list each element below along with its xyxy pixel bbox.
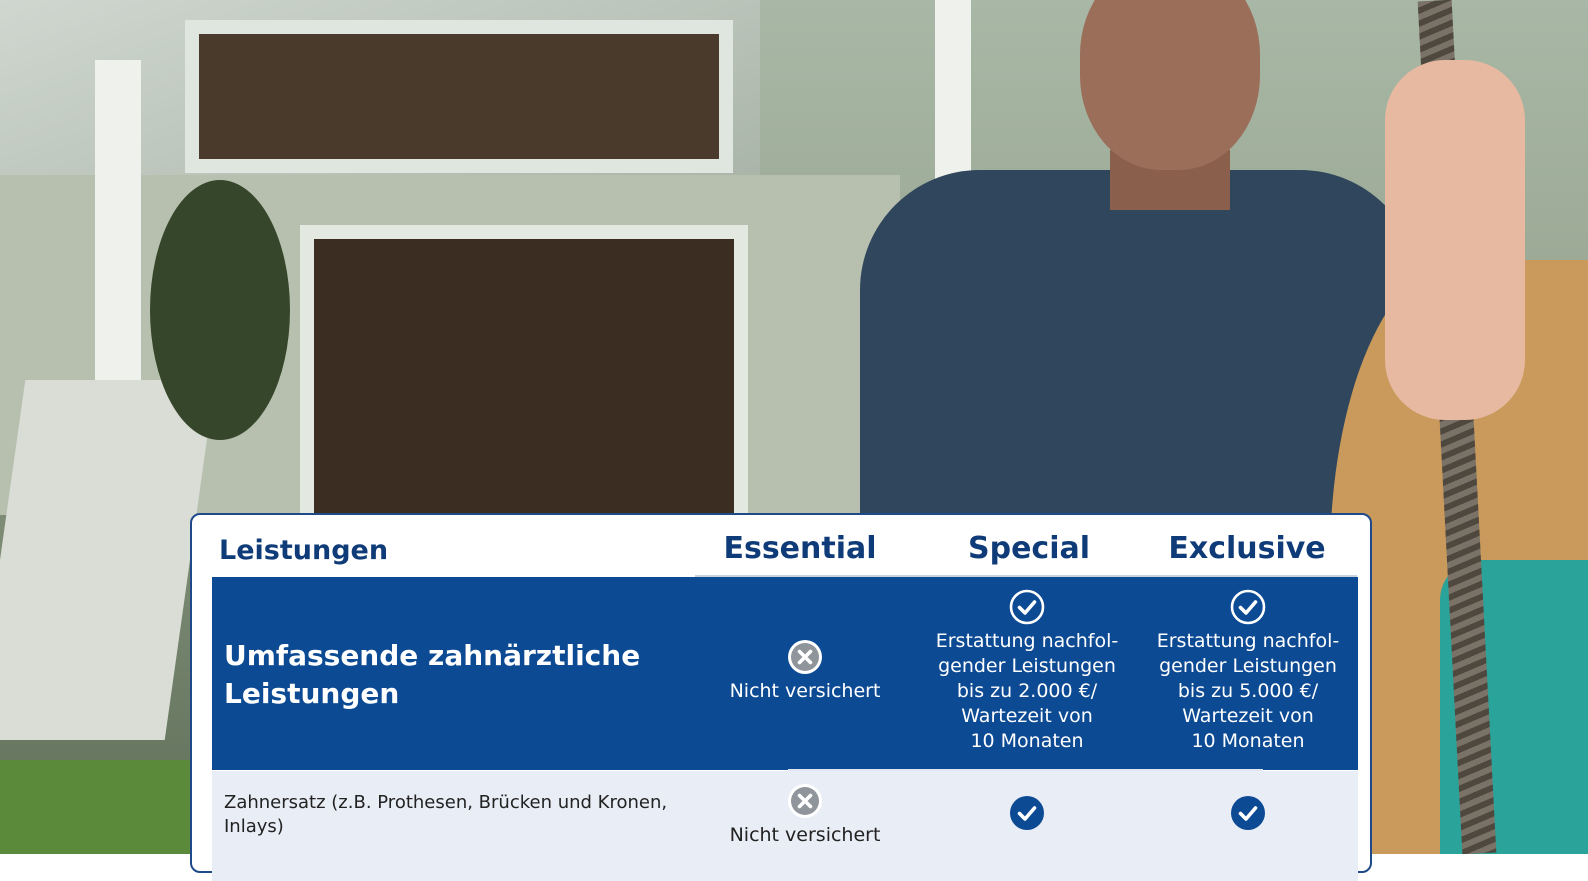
- special-line: 10 Monaten: [970, 730, 1084, 752]
- plan-header-essential: Essential: [723, 531, 877, 566]
- cell-essential: Nicht versichert: [695, 783, 915, 848]
- cross-circle-icon: [788, 640, 822, 674]
- not-insured-text: Nicht versichert: [729, 824, 881, 846]
- exclusive-line: bis zu 5.000 €/: [1177, 680, 1319, 702]
- check-circle-icon: [1009, 589, 1045, 625]
- exclusive-line: Erstattung nachfol-: [1156, 630, 1340, 652]
- exclusive-line: Wartezeit von: [1182, 705, 1314, 727]
- girl-hand: [1385, 60, 1525, 420]
- table-row: Zahnersatz (z.B. Prothesen, Brücken und …: [212, 771, 1358, 881]
- table-header: Leistungen Essential Special Exclusive: [192, 515, 1370, 577]
- check-circle-icon: [1231, 796, 1265, 830]
- cross-circle-icon: [788, 784, 822, 818]
- cell-exclusive: [1138, 795, 1358, 835]
- column-header-leistungen: Leistungen: [219, 535, 389, 566]
- man-head: [1080, 0, 1260, 170]
- exclusive-line: gender Leistungen: [1159, 655, 1337, 677]
- plant: [150, 180, 290, 440]
- cell-special: Erstattung nachfol- gender Leistungen bi…: [917, 589, 1137, 754]
- grass: [0, 760, 220, 854]
- row-title: Umfassende zahnärztliche Leistungen: [224, 639, 641, 710]
- plan-header-exclusive: Exclusive: [1168, 531, 1326, 566]
- stairs: [0, 380, 216, 740]
- check-circle-icon: [1010, 796, 1044, 830]
- house-porch: [300, 225, 748, 529]
- plan-header-special: Special: [967, 531, 1091, 566]
- cell-essential: Nicht versichert: [695, 639, 915, 704]
- special-line: gender Leistungen: [938, 655, 1116, 677]
- cell-exclusive: Erstattung nachfol- gender Leistungen bi…: [1138, 589, 1358, 754]
- not-insured-text: Nicht versichert: [729, 680, 881, 702]
- row-divider: [788, 769, 1263, 771]
- special-line: Wartezeit von: [961, 705, 1093, 727]
- special-line: bis zu 2.000 €/: [956, 680, 1098, 702]
- special-line: Erstattung nachfol-: [935, 630, 1119, 652]
- cell-special: [917, 795, 1137, 835]
- row-title: Zahnersatz (z.B. Prothesen, Brücken und …: [224, 792, 668, 837]
- exclusive-line: 10 Monaten: [1191, 730, 1305, 752]
- comparison-table: Leistungen Essential Special Exclusive U…: [190, 513, 1372, 881]
- house-window: [185, 20, 733, 173]
- check-circle-icon: [1230, 589, 1266, 625]
- table-row: Umfassende zahnärztliche Leistungen Nich…: [212, 577, 1358, 770]
